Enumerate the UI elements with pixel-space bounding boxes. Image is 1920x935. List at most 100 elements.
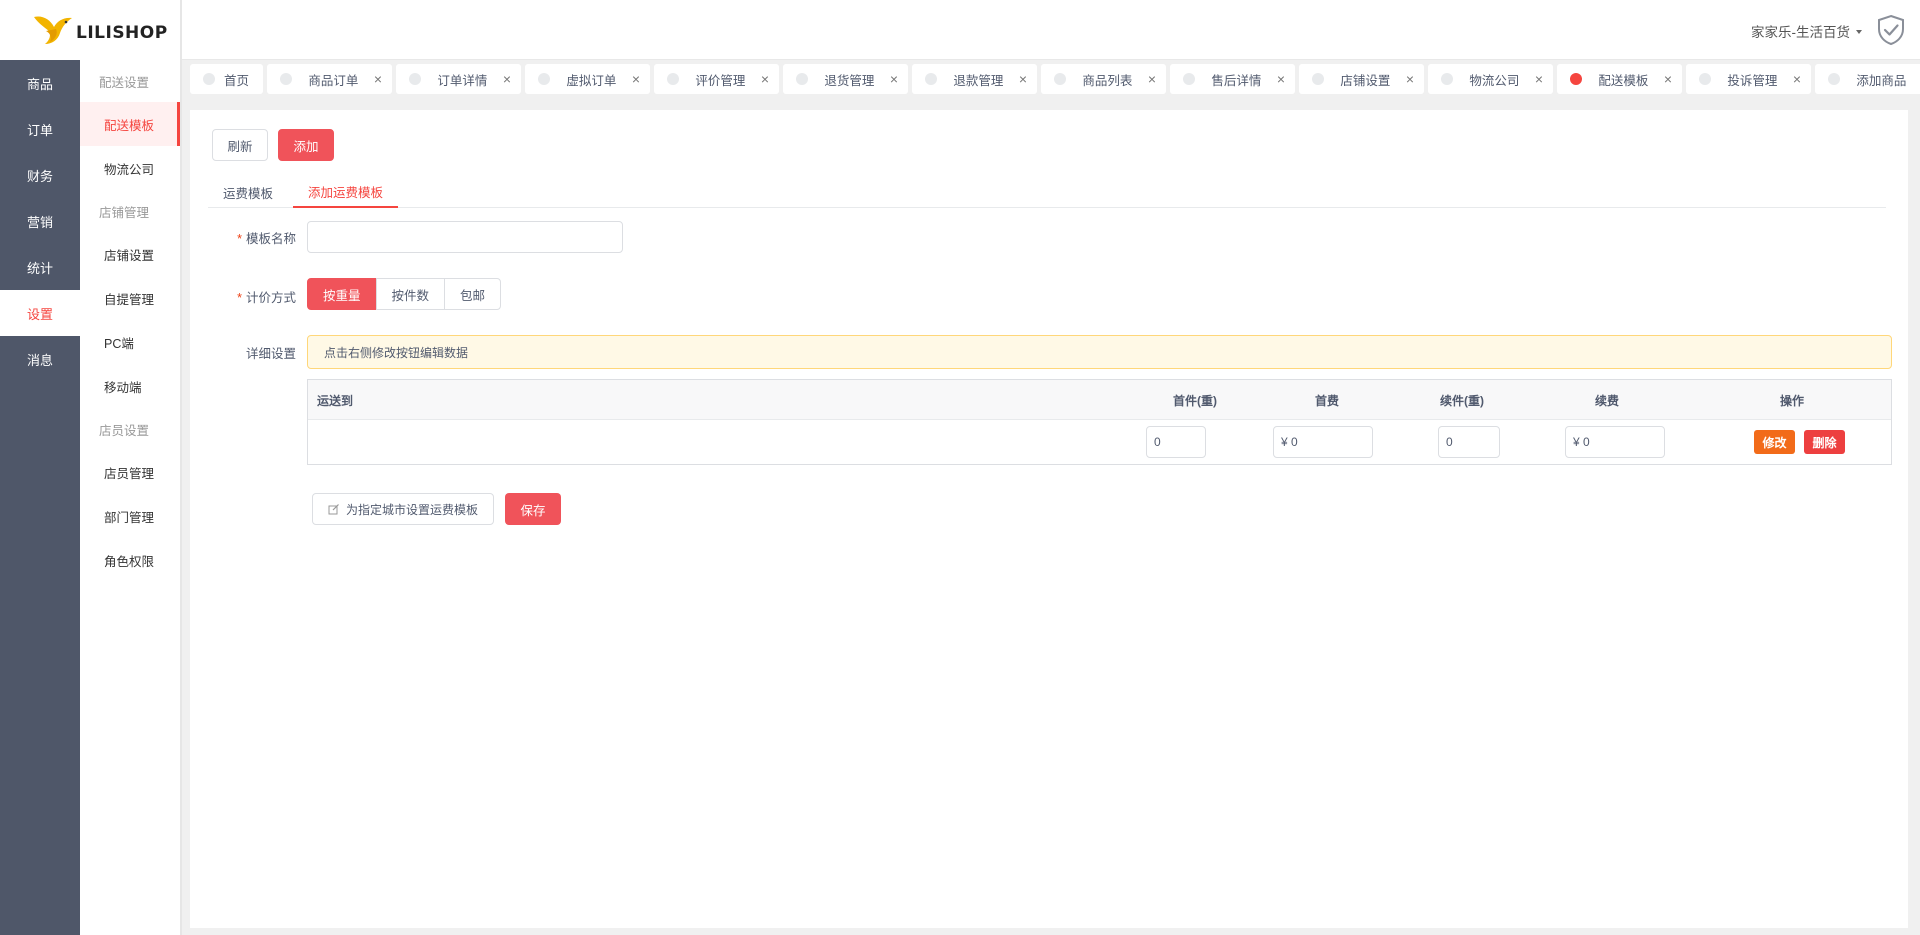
pricing-free-shipping[interactable]: 包邮 (444, 278, 502, 310)
close-icon[interactable]: × (503, 72, 511, 86)
tab-goods-list[interactable]: 商品列表 × (1041, 64, 1167, 94)
nav-goods[interactable]: 商品 (0, 60, 80, 106)
close-icon[interactable]: × (1019, 72, 1027, 86)
template-name-input[interactable] (307, 221, 623, 253)
tab-virtual-orders[interactable]: 虚拟订单 × (525, 64, 651, 94)
add-button[interactable]: 添加 (278, 129, 334, 161)
tab-complaints[interactable]: 投诉管理 × (1686, 64, 1812, 94)
th-extra-fee: 续费 (1594, 393, 1619, 408)
logo: LILISHOP (0, 0, 180, 60)
th-actions: 操作 (1779, 393, 1804, 408)
tab-dot-icon (667, 73, 680, 85)
sidebar-item-delivery-template[interactable]: 配送模板 (80, 102, 180, 146)
top-header: 家家乐-生活百货 (182, 0, 1920, 60)
tab-goods-orders[interactable]: 商品订单 × (267, 64, 393, 94)
sidebar-item-pickup[interactable]: 自提管理 (80, 276, 180, 320)
template-subtabs: 运费模板 添加运费模板 (208, 176, 1886, 208)
tab-dot-icon (796, 73, 809, 85)
close-icon[interactable]: × (1664, 72, 1672, 86)
required-mark: * (237, 232, 242, 246)
edit-row-button[interactable]: 修改 (1754, 430, 1795, 454)
logo-text: LILISHOP (76, 23, 168, 43)
detail-settings-label: 详细设置 (245, 347, 296, 361)
nav-statistics[interactable]: 统计 (0, 244, 80, 290)
close-icon[interactable]: × (1148, 72, 1156, 86)
tab-dot-icon (1441, 73, 1454, 85)
close-icon[interactable]: × (761, 72, 769, 86)
tab-aftersale-detail[interactable]: 售后详情 × (1170, 64, 1296, 94)
sidebar-item-staff[interactable]: 店员管理 (80, 450, 180, 494)
sidebar-group-store: 店铺管理 (99, 205, 150, 220)
refresh-button[interactable]: 刷新 (212, 129, 268, 161)
sidebar-divider (180, 0, 182, 935)
sidebar-item-logistics[interactable]: 物流公司 (80, 146, 180, 190)
info-alert: 点击右侧修改按钮编辑数据 (307, 335, 1892, 369)
table-row: 0 ¥ 0 0 ¥ 0 修改 删除 (308, 420, 1891, 464)
pricing-by-count[interactable]: 按件数 (375, 278, 446, 310)
sidebar-item-mobile[interactable]: 移动端 (80, 364, 180, 408)
close-icon[interactable]: × (890, 72, 898, 86)
tab-dot-icon (280, 73, 293, 85)
nav-orders[interactable]: 订单 (0, 106, 80, 152)
subtab-add-freight-template[interactable]: 添加运费模板 (293, 176, 399, 208)
th-extra-weight: 续件(重) (1440, 393, 1484, 408)
caret-down-icon (1856, 29, 1862, 34)
tab-reviews[interactable]: 评价管理 × (654, 64, 780, 94)
th-destination: 运送到 (317, 393, 354, 408)
sidebar-item-roles[interactable]: 角色权限 (80, 538, 180, 582)
delete-row-button[interactable]: 删除 (1804, 430, 1845, 454)
close-icon[interactable]: × (374, 72, 382, 86)
close-icon[interactable]: × (1535, 72, 1543, 86)
store-switcher[interactable]: 家家乐-生活百货 (1751, 21, 1862, 41)
nav-finance[interactable]: 财务 (0, 152, 80, 198)
tab-dot-icon (1183, 73, 1196, 85)
shield-check-icon[interactable] (1876, 14, 1906, 46)
first-weight-input[interactable]: 0 (1146, 426, 1206, 458)
nav-marketing[interactable]: 营销 (0, 198, 80, 244)
table-header: 运送到 首件(重) 首费 续件(重) 续费 操作 (308, 380, 1891, 420)
tab-dot-icon (1570, 73, 1583, 85)
tab-dot-icon (1699, 73, 1712, 85)
extra-weight-input[interactable]: 0 (1438, 426, 1500, 458)
pricing-by-weight[interactable]: 按重量 (307, 278, 377, 310)
pricing-method-group: 按重量 按件数 包邮 (307, 278, 502, 310)
close-icon[interactable]: × (1406, 72, 1414, 86)
th-first-fee: 首费 (1314, 393, 1339, 408)
first-fee-input[interactable]: ¥ 0 (1273, 426, 1373, 458)
bird-logo-icon (34, 16, 72, 44)
sidebar-item-store-settings[interactable]: 店铺设置 (80, 232, 180, 276)
sidebar-item-pc[interactable]: PC端 (80, 320, 180, 364)
alert-text: 点击右侧修改按钮编辑数据 (324, 345, 469, 360)
tab-refunds[interactable]: 退款管理 × (912, 64, 1038, 94)
required-mark: * (237, 291, 242, 305)
tab-returns[interactable]: 退货管理 × (783, 64, 909, 94)
tab-logistics[interactable]: 物流公司 × (1428, 64, 1554, 94)
tab-store-settings[interactable]: 店铺设置 × (1299, 64, 1425, 94)
close-icon[interactable]: × (632, 72, 640, 86)
tab-order-detail[interactable]: 订单详情 × (396, 64, 522, 94)
tab-dot-icon (409, 73, 422, 85)
sidebar-item-department[interactable]: 部门管理 (80, 494, 180, 538)
pricing-method-label: * 计价方式 (237, 291, 296, 305)
tab-home[interactable]: 首页 (190, 64, 264, 94)
tab-dot-icon (538, 73, 551, 85)
nav-settings[interactable]: 设置 (0, 290, 80, 336)
primary-sidebar: 商品 订单 财务 营销 统计 设置 消息 (0, 60, 80, 935)
extra-fee-input[interactable]: ¥ 0 (1565, 426, 1665, 458)
tab-delivery-template[interactable]: 配送模板 × (1557, 64, 1683, 94)
subtab-freight-templates[interactable]: 运费模板 (208, 176, 288, 208)
tab-dot-icon (1312, 73, 1325, 85)
page-tabs: 首页 商品订单 × 订单详情 × 虚拟订单 × 评价管理 × 退货管理 × 退款… (182, 62, 1920, 96)
city-template-button[interactable]: 为指定城市设置运费模板 (312, 493, 494, 525)
nav-messages[interactable]: 消息 (0, 336, 80, 382)
sidebar-group-staff: 店员设置 (99, 423, 150, 438)
freight-table: 运送到 首件(重) 首费 续件(重) 续费 操作 0 ¥ 0 0 ¥ 0 修改 … (307, 379, 1892, 465)
store-name: 家家乐-生活百货 (1751, 25, 1850, 40)
save-button[interactable]: 保存 (505, 493, 561, 525)
template-name-label: * 模板名称 (237, 232, 296, 246)
content-card: 刷新 添加 运费模板 添加运费模板 * 模板名称 * 计价方式 按重量 按件数 包邮… (190, 110, 1908, 928)
close-icon[interactable]: × (1793, 72, 1801, 86)
tab-add-goods[interactable]: 添加商品 × (1815, 64, 1920, 94)
tab-dot-icon (1054, 73, 1067, 85)
close-icon[interactable]: × (1277, 72, 1285, 86)
